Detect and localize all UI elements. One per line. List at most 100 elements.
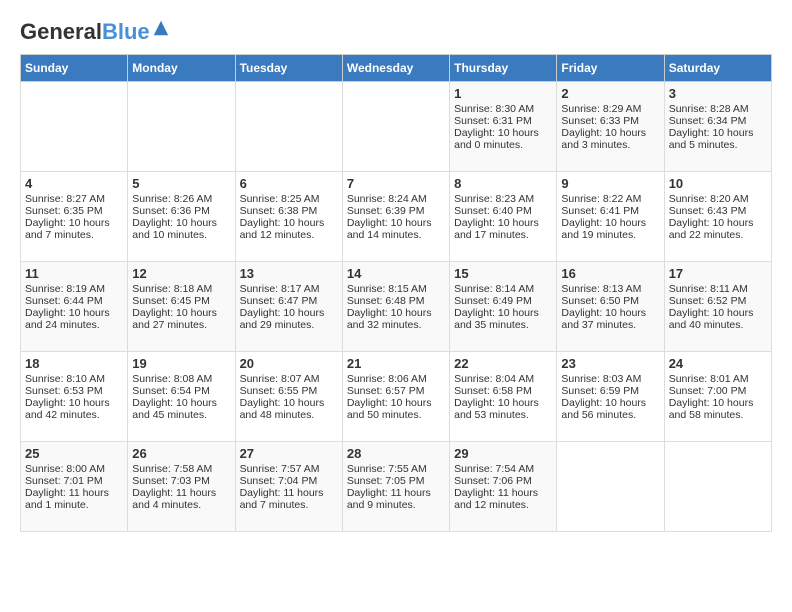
cell-content-line: Sunset: 6:44 PM bbox=[25, 295, 123, 307]
cell-content-line: and 50 minutes. bbox=[347, 409, 445, 421]
day-number: 26 bbox=[132, 446, 230, 461]
cell-content-line: Daylight: 10 hours bbox=[454, 307, 552, 319]
calendar-cell: 28Sunrise: 7:55 AMSunset: 7:05 PMDayligh… bbox=[342, 442, 449, 532]
calendar-cell: 17Sunrise: 8:11 AMSunset: 6:52 PMDayligh… bbox=[664, 262, 771, 352]
calendar-cell: 3Sunrise: 8:28 AMSunset: 6:34 PMDaylight… bbox=[664, 82, 771, 172]
day-number: 25 bbox=[25, 446, 123, 461]
cell-content-line: Sunrise: 8:25 AM bbox=[240, 193, 338, 205]
calendar-cell bbox=[664, 442, 771, 532]
calendar-cell: 18Sunrise: 8:10 AMSunset: 6:53 PMDayligh… bbox=[21, 352, 128, 442]
day-number: 17 bbox=[669, 266, 767, 281]
cell-content-line: and 0 minutes. bbox=[454, 139, 552, 151]
cell-content-line: Sunset: 6:45 PM bbox=[132, 295, 230, 307]
calendar-cell: 4Sunrise: 8:27 AMSunset: 6:35 PMDaylight… bbox=[21, 172, 128, 262]
cell-content-line: Sunset: 6:47 PM bbox=[240, 295, 338, 307]
cell-content-line: Daylight: 10 hours bbox=[25, 307, 123, 319]
header-day-thursday: Thursday bbox=[450, 55, 557, 82]
day-number: 7 bbox=[347, 176, 445, 191]
day-number: 13 bbox=[240, 266, 338, 281]
cell-content-line: Sunset: 6:49 PM bbox=[454, 295, 552, 307]
calendar-cell: 25Sunrise: 8:00 AMSunset: 7:01 PMDayligh… bbox=[21, 442, 128, 532]
cell-content-line: Daylight: 10 hours bbox=[561, 307, 659, 319]
calendar-cell: 9Sunrise: 8:22 AMSunset: 6:41 PMDaylight… bbox=[557, 172, 664, 262]
day-number: 15 bbox=[454, 266, 552, 281]
calendar-cell: 8Sunrise: 8:23 AMSunset: 6:40 PMDaylight… bbox=[450, 172, 557, 262]
cell-content-line: Sunrise: 8:14 AM bbox=[454, 283, 552, 295]
calendar-cell: 2Sunrise: 8:29 AMSunset: 6:33 PMDaylight… bbox=[557, 82, 664, 172]
cell-content-line: Sunrise: 8:26 AM bbox=[132, 193, 230, 205]
calendar-cell bbox=[235, 82, 342, 172]
cell-content-line: Sunset: 6:52 PM bbox=[669, 295, 767, 307]
cell-content-line: and 1 minute. bbox=[25, 499, 123, 511]
calendar-cell: 19Sunrise: 8:08 AMSunset: 6:54 PMDayligh… bbox=[128, 352, 235, 442]
cell-content-line: Sunset: 7:00 PM bbox=[669, 385, 767, 397]
day-number: 4 bbox=[25, 176, 123, 191]
cell-content-line: Sunset: 6:48 PM bbox=[347, 295, 445, 307]
cell-content-line: Daylight: 10 hours bbox=[561, 127, 659, 139]
day-number: 8 bbox=[454, 176, 552, 191]
calendar-cell bbox=[21, 82, 128, 172]
day-number: 22 bbox=[454, 356, 552, 371]
calendar-cell: 21Sunrise: 8:06 AMSunset: 6:57 PMDayligh… bbox=[342, 352, 449, 442]
cell-content-line: Sunset: 7:03 PM bbox=[132, 475, 230, 487]
cell-content-line: Sunrise: 8:01 AM bbox=[669, 373, 767, 385]
cell-content-line: Sunset: 6:34 PM bbox=[669, 115, 767, 127]
cell-content-line: and 17 minutes. bbox=[454, 229, 552, 241]
cell-content-line: and 48 minutes. bbox=[240, 409, 338, 421]
calendar-cell: 6 Sunrise: 8:25 AMSunset: 6:38 PMDaylight… bbox=[235, 172, 342, 262]
day-number: 28 bbox=[347, 446, 445, 461]
cell-content-line: Sunrise: 8:13 AM bbox=[561, 283, 659, 295]
cell-content-line: Sunset: 6:40 PM bbox=[454, 205, 552, 217]
header-day-tuesday: Tuesday bbox=[235, 55, 342, 82]
cell-content-line: Daylight: 11 hours bbox=[347, 487, 445, 499]
cell-content-line: Sunrise: 8:20 AM bbox=[669, 193, 767, 205]
calendar-cell: 15 Sunrise: 8:14 AMSunset: 6:49 PMDayligh… bbox=[450, 262, 557, 352]
logo-text: GeneralBlue bbox=[20, 20, 150, 44]
cell-content-line: and 37 minutes. bbox=[561, 319, 659, 331]
cell-content-line: Sunrise: 8:11 AM bbox=[669, 283, 767, 295]
day-number: 18 bbox=[25, 356, 123, 371]
cell-content-line: Daylight: 10 hours bbox=[347, 217, 445, 229]
calendar-cell: 20Sunrise: 8:07 AMSunset: 6:55 PMDayligh… bbox=[235, 352, 342, 442]
logo: GeneralBlue bbox=[20, 20, 170, 44]
calendar-cell: 26 Sunrise: 7:58 AMSunset: 7:03 PMDayligh… bbox=[128, 442, 235, 532]
cell-content-line: Sunrise: 7:58 AM bbox=[132, 463, 230, 475]
cell-content-line: Daylight: 10 hours bbox=[669, 397, 767, 409]
cell-content-line: and 7 minutes. bbox=[240, 499, 338, 511]
calendar-cell: 12Sunrise: 8:18 AMSunset: 6:45 PMDayligh… bbox=[128, 262, 235, 352]
cell-content-line: Daylight: 11 hours bbox=[132, 487, 230, 499]
day-number: 9 bbox=[561, 176, 659, 191]
header-day-friday: Friday bbox=[557, 55, 664, 82]
calendar-cell: 22Sunrise: 8:04 AMSunset: 6:58 PMDayligh… bbox=[450, 352, 557, 442]
cell-content-line: Sunset: 6:59 PM bbox=[561, 385, 659, 397]
day-number: 10 bbox=[669, 176, 767, 191]
day-number: 1 bbox=[454, 86, 552, 101]
cell-content-line: and 56 minutes. bbox=[561, 409, 659, 421]
day-number: 16 bbox=[561, 266, 659, 281]
cell-content-line: Daylight: 10 hours bbox=[240, 217, 338, 229]
cell-content-line: Sunrise: 8:29 AM bbox=[561, 103, 659, 115]
calendar-cell bbox=[128, 82, 235, 172]
header-day-saturday: Saturday bbox=[664, 55, 771, 82]
calendar-cell: 29Sunrise: 7:54 AMSunset: 7:06 PMDayligh… bbox=[450, 442, 557, 532]
cell-content-line: and 42 minutes. bbox=[25, 409, 123, 421]
cell-content-line: Sunrise: 7:54 AM bbox=[454, 463, 552, 475]
cell-content-line: Daylight: 10 hours bbox=[25, 217, 123, 229]
cell-content-line: and 32 minutes. bbox=[347, 319, 445, 331]
cell-content-line: Sunset: 6:50 PM bbox=[561, 295, 659, 307]
cell-content-line: and 3 minutes. bbox=[561, 139, 659, 151]
calendar-cell: 24Sunrise: 8:01 AMSunset: 7:00 PMDayligh… bbox=[664, 352, 771, 442]
calendar-cell: 13Sunrise: 8:17 AMSunset: 6:47 PMDayligh… bbox=[235, 262, 342, 352]
week-row-2: 4Sunrise: 8:27 AMSunset: 6:35 PMDaylight… bbox=[21, 172, 772, 262]
cell-content-line: Daylight: 11 hours bbox=[240, 487, 338, 499]
cell-content-line: Daylight: 10 hours bbox=[561, 397, 659, 409]
cell-content-line: Sunrise: 8:07 AM bbox=[240, 373, 338, 385]
cell-content-line: Daylight: 10 hours bbox=[132, 307, 230, 319]
cell-content-line: Sunrise: 8:28 AM bbox=[669, 103, 767, 115]
cell-content-line: Sunrise: 7:55 AM bbox=[347, 463, 445, 475]
cell-content-line: and 27 minutes. bbox=[132, 319, 230, 331]
cell-content-line: Sunrise: 8:10 AM bbox=[25, 373, 123, 385]
cell-content-line: Sunset: 6:38 PM bbox=[240, 205, 338, 217]
day-number: 6 bbox=[240, 176, 338, 191]
day-number: 14 bbox=[347, 266, 445, 281]
